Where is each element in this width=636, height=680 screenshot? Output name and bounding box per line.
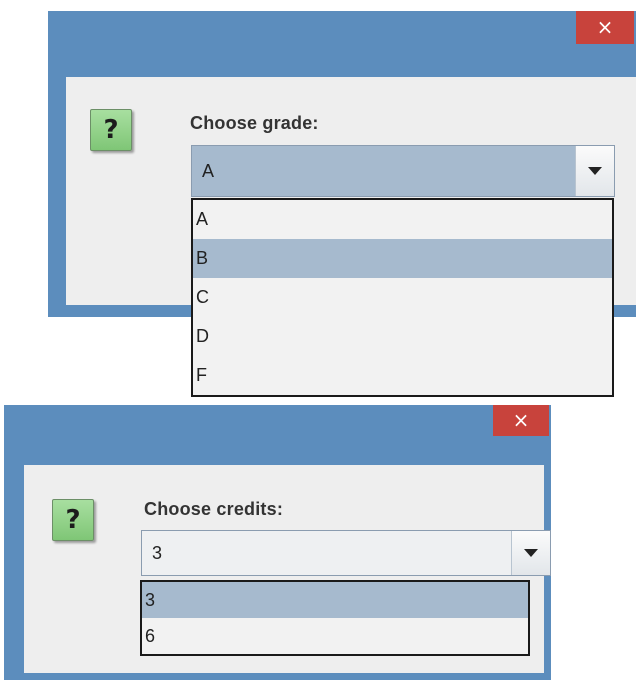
grade-option-c[interactable]: C (193, 278, 612, 317)
credits-option-3[interactable]: 3 (142, 582, 528, 618)
dropdown-arrow-button[interactable] (575, 146, 614, 196)
credits-dropdown-list: 3 6 (140, 580, 530, 656)
grade-option-b[interactable]: B (193, 239, 612, 278)
close-button[interactable]: × (493, 405, 549, 436)
credits-option-6[interactable]: 6 (142, 618, 528, 654)
dropdown-arrow-button[interactable] (511, 531, 550, 575)
credits-combo-box[interactable]: 3 (141, 530, 551, 576)
grade-prompt-label: Choose grade: (190, 113, 319, 133)
question-icon: ? (90, 109, 132, 151)
grade-option-a[interactable]: A (193, 200, 612, 239)
close-button[interactable]: × (576, 11, 634, 44)
chevron-down-icon (588, 167, 602, 175)
grade-selected-value: A (202, 160, 215, 181)
question-icon: ? (52, 499, 94, 541)
grade-dropdown-list: A B C D F (191, 198, 614, 397)
grade-option-d[interactable]: D (193, 317, 612, 356)
chevron-down-icon (524, 549, 538, 557)
credits-selected-value: 3 (152, 542, 163, 563)
credits-prompt-label: Choose credits: (144, 499, 284, 519)
grade-option-f[interactable]: F (193, 356, 612, 395)
grade-combo-box[interactable]: A (191, 145, 615, 197)
